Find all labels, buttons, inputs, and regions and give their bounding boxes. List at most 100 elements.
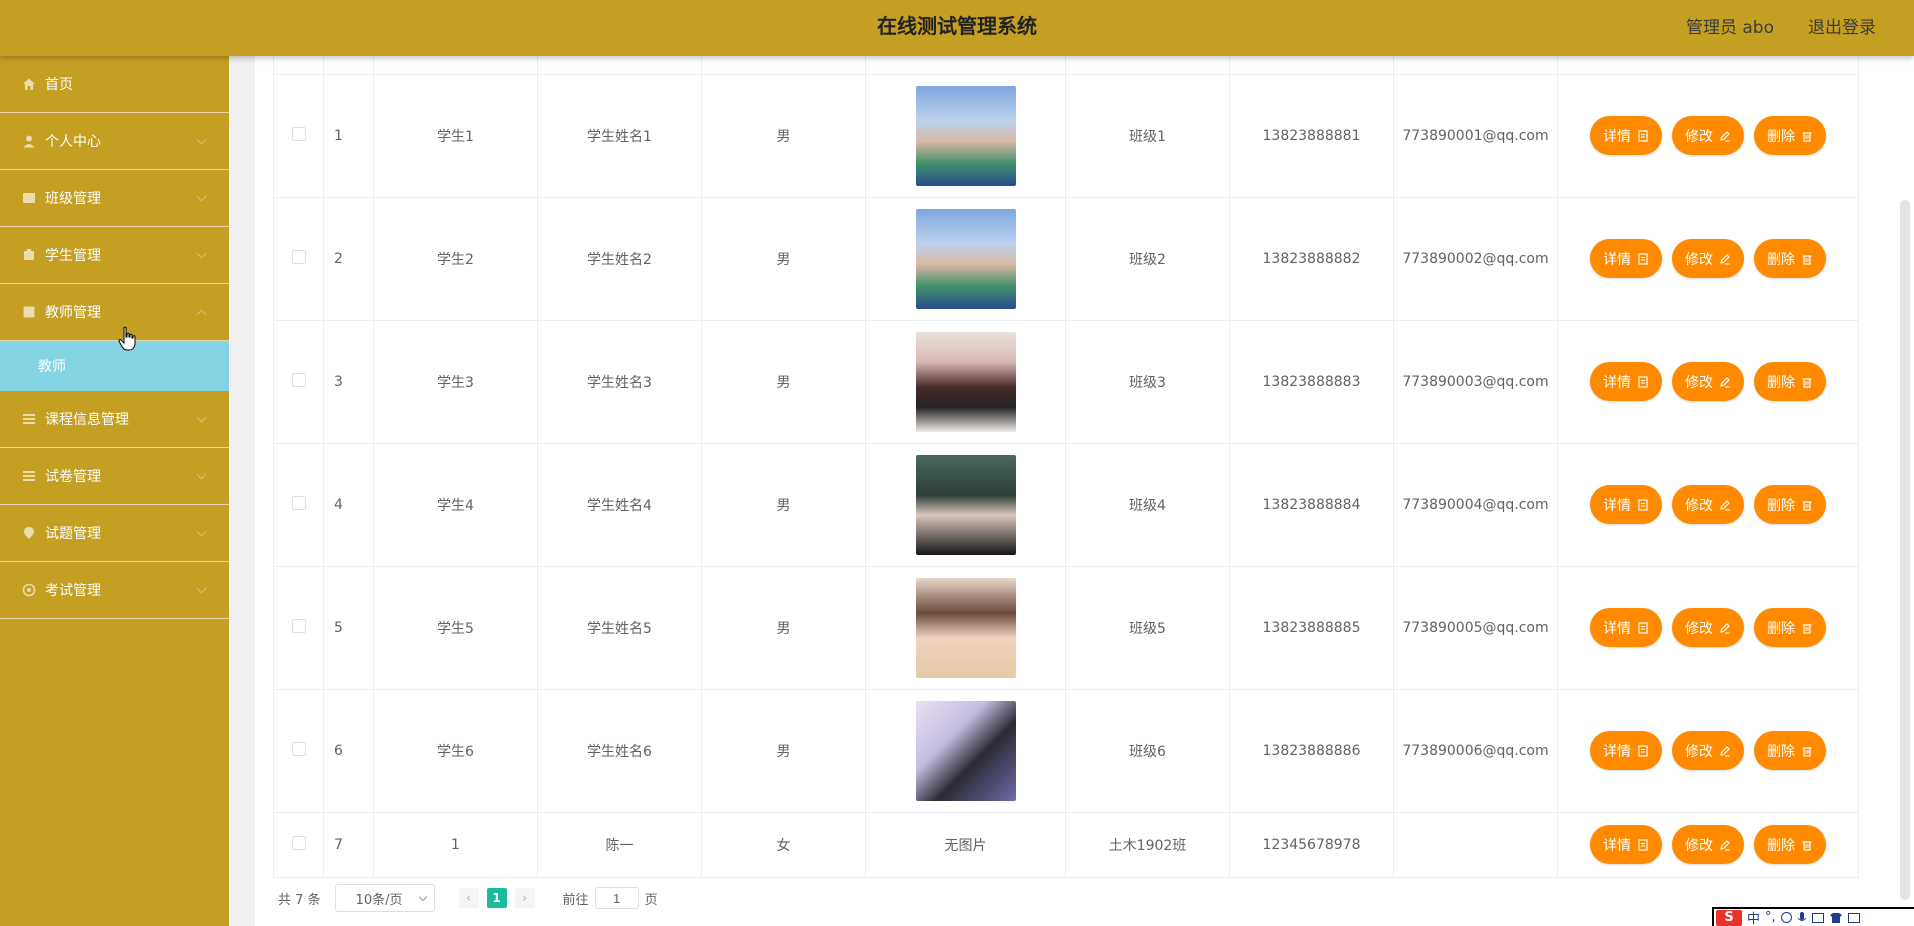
- page-number-1[interactable]: 1: [486, 888, 507, 908]
- sidebar-item-label: 个人中心: [45, 134, 101, 150]
- delete-label: 删除: [1767, 743, 1795, 760]
- row-checkbox[interactable]: [291, 126, 306, 141]
- student-photo: [915, 454, 1016, 555]
- document-icon: [1638, 375, 1648, 388]
- page-size-value: 10条/页: [355, 892, 403, 908]
- detail-button[interactable]: 详情: [1590, 485, 1662, 524]
- edit-button[interactable]: 修改: [1672, 825, 1744, 864]
- detail-label: 详情: [1603, 837, 1631, 854]
- edit-button[interactable]: 修改: [1672, 239, 1744, 278]
- toolbox-icon[interactable]: [1847, 912, 1860, 923]
- detail-button[interactable]: 详情: [1590, 608, 1662, 647]
- edit-button[interactable]: 修改: [1672, 116, 1744, 155]
- next-page-button[interactable]: ›: [514, 888, 535, 908]
- sidebar-item-question-management[interactable]: 试题管理: [0, 505, 229, 562]
- name-cell: 学生姓名3: [537, 319, 702, 444]
- student-photo: [915, 331, 1016, 432]
- no-photo-text: 无图片: [865, 811, 1066, 878]
- detail-label: 详情: [1603, 620, 1631, 637]
- microphone-icon[interactable]: [1797, 911, 1807, 925]
- detail-label: 详情: [1603, 251, 1631, 268]
- trash-icon: [1802, 131, 1812, 142]
- delete-button[interactable]: 删除: [1754, 362, 1826, 401]
- sidebar-item-exam-management[interactable]: 考试管理: [0, 562, 229, 619]
- account-cell: 学生3: [373, 319, 538, 444]
- admin-user-label[interactable]: 管理员 abo: [1686, 13, 1774, 38]
- sidebar-item-home[interactable]: 首页: [0, 56, 229, 113]
- top-right-actions: 管理员 abo 退出登录: [1686, 0, 1876, 50]
- user-icon: [22, 134, 36, 148]
- document-icon: [1638, 252, 1648, 265]
- sidebar-item-profile[interactable]: 个人中心: [0, 113, 229, 170]
- sidebar-item-student-management[interactable]: 学生管理: [0, 227, 229, 284]
- row-checkbox[interactable]: [291, 835, 306, 850]
- skin-icon[interactable]: [1829, 912, 1843, 924]
- edit-button[interactable]: 修改: [1672, 608, 1744, 647]
- gender-cell: 男: [701, 565, 866, 690]
- chevron-down-icon: [418, 892, 427, 901]
- phone-cell: 12345678978: [1229, 811, 1394, 878]
- pencil-icon: [1720, 499, 1730, 510]
- row-checkbox[interactable]: [291, 249, 306, 264]
- row-checkbox[interactable]: [291, 618, 306, 633]
- sidebar-item-paper-management[interactable]: 试卷管理: [0, 448, 229, 505]
- logout-link[interactable]: 退出登录: [1808, 13, 1876, 38]
- delete-button[interactable]: 删除: [1754, 731, 1826, 770]
- edit-label: 修改: [1685, 374, 1713, 391]
- row-checkbox[interactable]: [291, 372, 306, 387]
- name-cell: 陈一: [537, 811, 702, 878]
- emoji-icon[interactable]: [1780, 912, 1792, 923]
- delete-button[interactable]: 删除: [1754, 239, 1826, 278]
- row-index: 7: [323, 811, 374, 878]
- home-icon: [22, 77, 36, 91]
- phone-cell: 13823888886: [1229, 688, 1394, 813]
- document-icon: [1638, 838, 1648, 851]
- gender-cell: 男: [701, 442, 866, 567]
- sidebar-item-course-management[interactable]: 课程信息管理: [0, 391, 229, 448]
- delete-button[interactable]: 删除: [1754, 825, 1826, 864]
- phone-cell: 13823888883: [1229, 319, 1394, 444]
- sidebar-item-class-management[interactable]: 班级管理: [0, 170, 229, 227]
- ime-logo[interactable]: S: [1716, 909, 1742, 926]
- email-cell: [1393, 811, 1558, 878]
- page-size-select[interactable]: 10条/页: [334, 884, 435, 912]
- delete-button[interactable]: 删除: [1754, 608, 1826, 647]
- name-cell: 学生姓名1: [537, 73, 702, 198]
- row-checkbox[interactable]: [291, 741, 306, 756]
- email-cell: 773890001@qq.com: [1393, 73, 1558, 198]
- student-photo: [915, 700, 1016, 801]
- class-cell: 班级5: [1065, 565, 1230, 690]
- edit-button[interactable]: 修改: [1672, 485, 1744, 524]
- row-checkbox[interactable]: [291, 495, 306, 510]
- ime-punctuation-toggle[interactable]: °,: [1765, 910, 1776, 925]
- delete-label: 删除: [1767, 497, 1795, 514]
- edit-label: 修改: [1685, 497, 1713, 514]
- document-icon: [1638, 498, 1648, 511]
- row-index: 6: [323, 688, 374, 813]
- detail-button[interactable]: 详情: [1590, 731, 1662, 770]
- sidebar-item-teacher-management[interactable]: 教师管理: [0, 284, 229, 341]
- ime-mode-toggle[interactable]: 中: [1747, 908, 1760, 926]
- vertical-scrollbar[interactable]: [1900, 200, 1910, 900]
- table-row: 1 学生1 学生姓名1 男 班级1 13823888881 773890001@…: [273, 73, 1859, 198]
- total-count: 共 7 条: [278, 892, 321, 908]
- detail-button[interactable]: 详情: [1590, 362, 1662, 401]
- prev-page-button[interactable]: ‹: [458, 888, 479, 908]
- delete-label: 删除: [1767, 374, 1795, 391]
- gender-cell: 男: [701, 319, 866, 444]
- account-cell: 学生4: [373, 442, 538, 567]
- goto-page-input[interactable]: [594, 887, 639, 909]
- email-cell: 773890003@qq.com: [1393, 319, 1558, 444]
- delete-button[interactable]: 删除: [1754, 116, 1826, 155]
- detail-button[interactable]: 详情: [1590, 116, 1662, 155]
- chevron-down-icon: [196, 248, 207, 259]
- sidebar-subitem-teacher[interactable]: 教师: [0, 341, 229, 391]
- edit-button[interactable]: 修改: [1672, 731, 1744, 770]
- detail-button[interactable]: 详情: [1590, 825, 1662, 864]
- pencil-icon: [1720, 376, 1730, 387]
- chevron-down-icon: [196, 469, 207, 480]
- delete-button[interactable]: 删除: [1754, 485, 1826, 524]
- detail-button[interactable]: 详情: [1590, 239, 1662, 278]
- keyboard-icon[interactable]: [1811, 912, 1824, 923]
- edit-button[interactable]: 修改: [1672, 362, 1744, 401]
